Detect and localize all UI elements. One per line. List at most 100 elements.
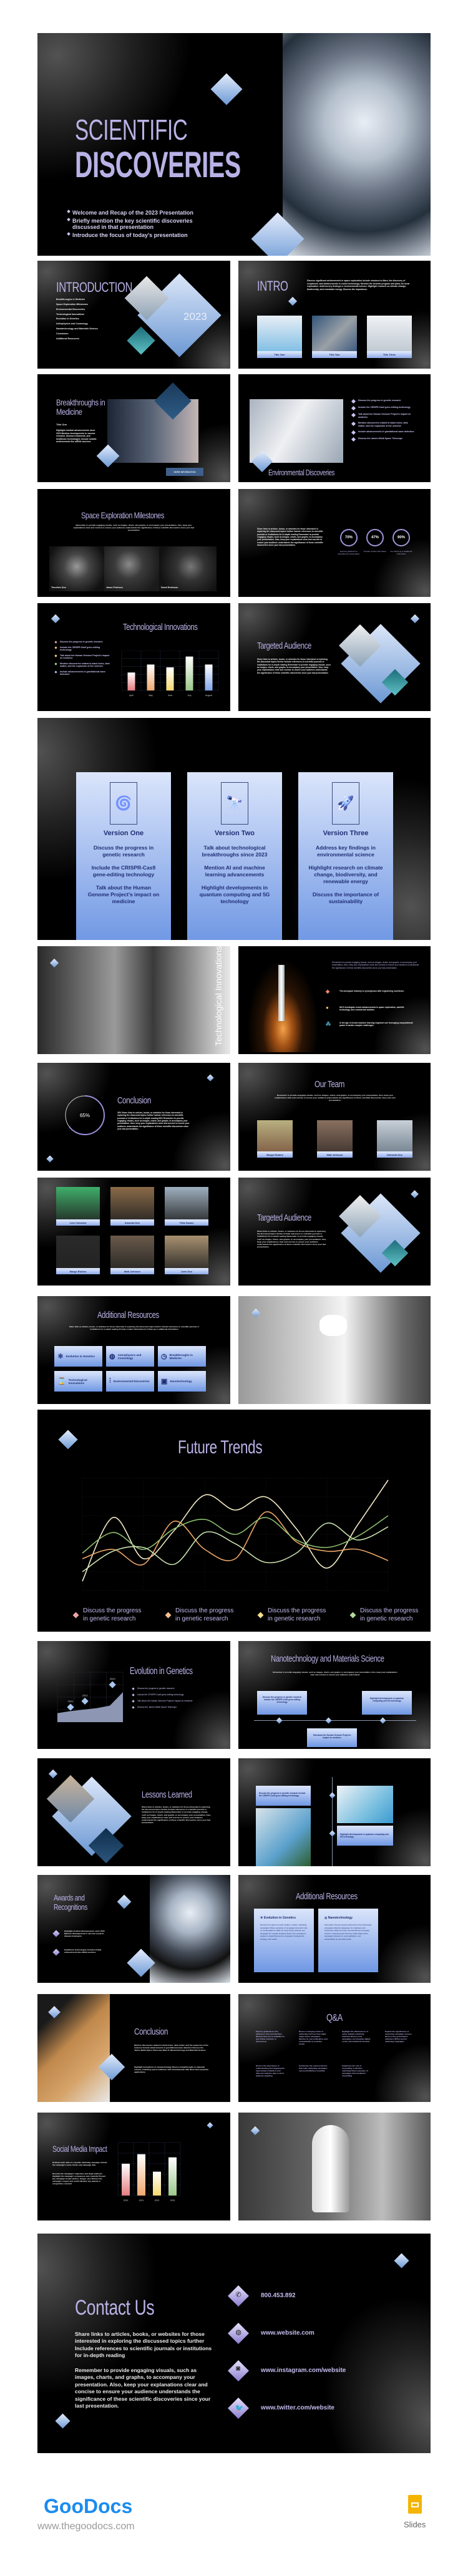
- series-line-3: [82, 1523, 389, 1572]
- data-point: [109, 1681, 116, 1688]
- slide-introduction[interactable]: INTRODUCTION Breakthroughs in Medicine Sp…: [37, 261, 230, 369]
- slide-title: INTRODUCTION: [56, 279, 132, 295]
- team-member[interactable]: Tilda Swans: [165, 1187, 208, 1226]
- slide-breakthroughs-medicine[interactable]: Breakthroughs in Medicine Title One High…: [37, 374, 230, 482]
- slide-contact[interactable]: Contact Us Share links to articles, book…: [37, 2234, 431, 2453]
- stat-label: Express gratitude for attending the pres…: [338, 550, 360, 556]
- slide-versions[interactable]: 🌀 Version One Discuss the progress in gene…: [37, 718, 431, 940]
- slide-qa[interactable]: Q&A Express gratitude for the audience's…: [238, 1994, 431, 2102]
- point-label: 2023: [110, 1677, 116, 1680]
- version-line: Include the CRISPR-Cas9 gene-editing tec…: [91, 864, 156, 878]
- more-information-button[interactable]: MORE INFORMATION: [166, 468, 203, 476]
- slide-space-exploration[interactable]: Space Exploration Milestones Remember to…: [37, 489, 230, 597]
- slide-targeted-audience-2[interactable]: Targeted Audience Share links to article…: [238, 1178, 431, 1286]
- slide-evolution-genetics[interactable]: 2021 2022 2023 Evolution in Genetics Discu…: [37, 1641, 230, 1749]
- goodocs-logo[interactable]: GooDocs: [44, 2495, 132, 2518]
- globe-icon[interactable]: ◍: [228, 2323, 249, 2344]
- bar: [166, 667, 174, 690]
- team-member[interactable]: Margo Robins: [56, 1236, 100, 1274]
- slide-rocket[interactable]: Remember to provide engaging visuals, su…: [238, 946, 431, 1054]
- legend-item: Discuss the progress in genetic research: [349, 1607, 422, 1623]
- intro-card[interactable]: Title One: [257, 316, 302, 358]
- contact-link[interactable]: www.instagram.com/website: [261, 2367, 346, 2374]
- team-member[interactable]: John Doe: [165, 1236, 208, 1274]
- bar: [205, 664, 213, 690]
- slide-our-team[interactable]: Our Team Remember to provide engaging vi…: [238, 1063, 431, 1171]
- x-tick-label: 2022: [155, 2199, 160, 2202]
- microscope-shape: [312, 2125, 349, 2212]
- goodocs-url[interactable]: www.thegoodocs.com: [37, 2521, 135, 2532]
- contact-link[interactable]: www.twitter.com/website: [261, 2404, 334, 2411]
- slide-technological-innovations[interactable]: Technological Innovations Discuss the pr…: [37, 603, 230, 711]
- resource-button[interactable]: ▣ Nanotechnology: [158, 1371, 206, 1392]
- intro-card[interactable]: Title Two: [312, 316, 357, 358]
- version-card[interactable]: 🌀 Version One Discuss the progress in gene…: [76, 772, 171, 940]
- version-line: Discuss the progress in genetic research: [93, 845, 154, 858]
- slide-title: Social Media Impact: [52, 2144, 107, 2154]
- slide-targeted-audience[interactable]: Targeted Audience Share links to article…: [238, 603, 431, 711]
- contact-link[interactable]: www.website.com: [261, 2330, 314, 2336]
- team-member[interactable]: Margo Robins: [257, 1120, 293, 1158]
- team-member[interactable]: Matt Johnson: [317, 1120, 353, 1158]
- legend-item: Discuss the progress in genetic research: [165, 1607, 238, 1623]
- award-icon: [52, 1930, 60, 1937]
- version-card[interactable]: 🔭 Version Two Talk about technological bre…: [187, 772, 282, 940]
- genetics-item: Include the CRISPR-Cas9 gene-editing tec…: [132, 1693, 201, 1697]
- social-bar-chart: 2020 2021 2022 2023: [117, 2142, 181, 2202]
- twitter-icon[interactable]: 🐦: [228, 2398, 249, 2419]
- resource-button[interactable]: ⫶ Environmental Discoveries: [106, 1371, 154, 1392]
- slide-conclusion-progress[interactable]: 65% Conclusion 35% Share links to articl…: [37, 1063, 230, 1171]
- contact-text: Share links to articles, books, or websi…: [75, 2331, 212, 2359]
- team-member[interactable]: Amanda Doe: [110, 1187, 154, 1226]
- resource-button[interactable]: ◍ Astrophysics and Cosmology: [106, 1346, 154, 1367]
- slide-microscope[interactable]: [238, 2113, 431, 2220]
- phone-icon[interactable]: ✆: [228, 2285, 249, 2307]
- genetics-item: Talk about the Human Genome Project's im…: [132, 1700, 201, 1703]
- bar: [185, 656, 193, 690]
- slide-statistics[interactable]: Share links to articles, books, or websi…: [238, 489, 431, 597]
- mask-shape: [319, 1315, 347, 1336]
- future-line-chart: [82, 1478, 389, 1591]
- instagram-icon[interactable]: ◙: [228, 2360, 249, 2381]
- version-card[interactable]: 🚀 Version Three Address key findings in en…: [298, 772, 393, 940]
- contact-link[interactable]: 800.453.892: [261, 2292, 296, 2299]
- point-label: 2021: [68, 1700, 74, 1703]
- slide-title: Targeted Audience: [257, 641, 311, 651]
- team-member[interactable]: Matt Johnson: [110, 1236, 154, 1274]
- team-member[interactable]: Luis Colombo: [56, 1187, 100, 1226]
- qa-text: Emphasize the role of storytelling in ef…: [342, 2065, 368, 2078]
- person-photo: Jason Peterson: [104, 546, 159, 591]
- slide-lessons-learned[interactable]: Lessons Learned Share links to articles,…: [37, 1758, 230, 1866]
- bullet-item: Talk about the Human Genome Project's im…: [351, 412, 414, 419]
- slide-nanotechnology[interactable]: Nanotechnology and Materials Science Rem…: [238, 1641, 431, 1749]
- slide-intro[interactable]: INTRO Discuss significant achievements i…: [238, 261, 431, 369]
- version-title: Version Two: [215, 830, 255, 837]
- bullet-item: Discuss the progress in genetic research: [351, 399, 414, 404]
- slide-tech-photo[interactable]: Technological Innovations: [37, 946, 230, 1054]
- slide-title: Conclusion: [117, 1095, 151, 1106]
- slide-team-grid[interactable]: Luis Colombo Amanda Doe Tilda Swans Margo R…: [37, 1178, 230, 1286]
- resource-card[interactable]: ◎ Nanotechnology Summarize the key lesso…: [318, 1909, 378, 1972]
- slide-future-trends[interactable]: Future Trends Discuss the progress in ge…: [37, 1410, 431, 1632]
- resource-card[interactable]: ⚛ Evolution in Genetics Discuss the impa…: [254, 1909, 314, 1972]
- diamond-bullet-icon: [54, 662, 57, 666]
- slide-conclusion-2[interactable]: Conclusion Mention discoveries related t…: [37, 1994, 230, 2102]
- resource-button[interactable]: ◷ Breakthroughs in Medicine: [158, 1346, 206, 1367]
- slide-cover[interactable]: SCIENTIFIC DISCOVERIES Welcome and Recap…: [37, 33, 431, 256]
- slide-environmental-discoveries[interactable]: Environmental Discoveries Discuss the pr…: [238, 374, 431, 482]
- team-member[interactable]: Deborah Doe: [377, 1120, 412, 1158]
- slide-additional-resources[interactable]: Additional Resources Share links to arti…: [37, 1296, 230, 1404]
- slide-awards[interactable]: Awards and Recognitions Highlight medica…: [37, 1875, 230, 1983]
- slide-lab-timeline[interactable]: Discuss the progress in genetic research…: [238, 1758, 431, 1866]
- slide-additional-resources-2[interactable]: Additional Resources ⚛ Evolution in Gene…: [238, 1875, 431, 1983]
- slide-social-media[interactable]: Social Media Impact Dedicate each slide …: [37, 2113, 230, 2220]
- stat-label: For follow-up or additional information: [390, 550, 412, 556]
- resource-button[interactable]: ⌛ Technological Innovations: [54, 1371, 102, 1392]
- slide-masked-scientist[interactable]: [238, 1296, 431, 1404]
- person-photo: Timothee Doe: [49, 546, 104, 591]
- resource-button[interactable]: ⚛ Evolution in Genetics: [54, 1346, 102, 1367]
- stat-ring: 90%: [392, 529, 410, 546]
- year-label: 2023: [183, 311, 207, 322]
- slide-subtitle: Title One: [56, 423, 67, 426]
- intro-card[interactable]: Title Three: [367, 316, 412, 358]
